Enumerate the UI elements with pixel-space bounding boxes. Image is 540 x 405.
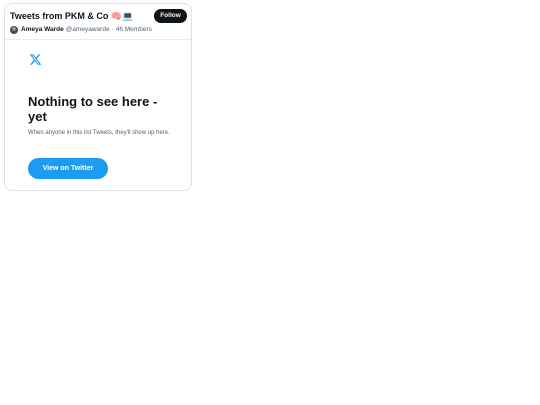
view-on-twitter-button[interactable]: View on Twitter [28, 158, 108, 179]
empty-state-subtitle: When anyone in this list Tweets, they'll… [28, 130, 170, 136]
avatar[interactable] [10, 25, 18, 34]
follow-button[interactable]: Follow [154, 9, 187, 23]
x-logo-icon[interactable] [29, 53, 42, 66]
owner-handle[interactable]: @ameyawarde [66, 25, 110, 34]
list-title[interactable]: Tweets from PKM & Co 🧠💻 [10, 10, 133, 22]
owner-name[interactable]: Ameya Warde [21, 25, 64, 34]
list-header: Tweets from PKM & Co 🧠💻 Follow Ameya War… [5, 4, 191, 40]
empty-state-title: Nothing to see here - yet [28, 94, 158, 124]
meta-separator: · [111, 26, 114, 33]
list-meta: Ameya Warde @ameyawarde · 46 Members [10, 25, 152, 34]
members-count[interactable]: 46 Members [116, 25, 152, 34]
twitter-list-timeline-widget: Tweets from PKM & Co 🧠💻 Follow Ameya War… [4, 3, 192, 191]
